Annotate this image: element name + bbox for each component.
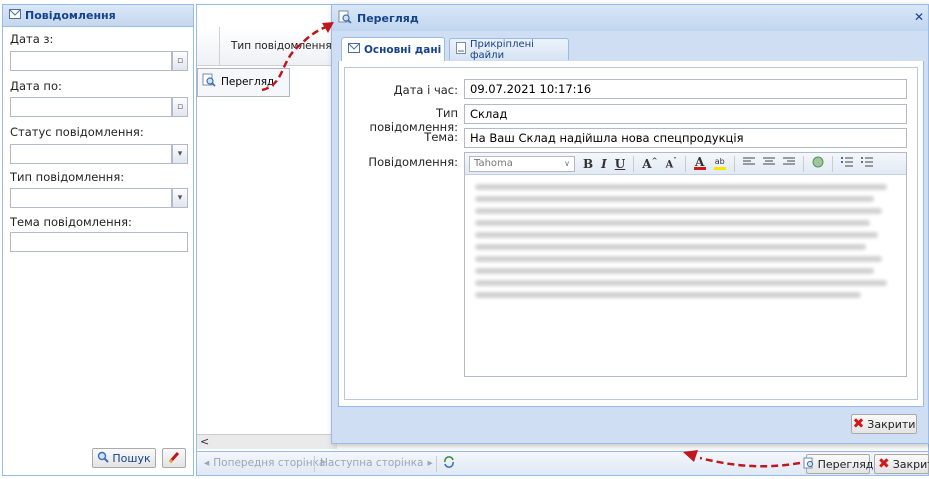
toolbar-separator (633, 155, 635, 172)
dialog-close-button[interactable]: ✖ Закрити (851, 414, 917, 434)
bullet-list-icon[interactable] (860, 157, 873, 170)
magnifier-doc-icon (202, 73, 216, 90)
grid-column-header[interactable]: Тип повідомлення (231, 40, 332, 52)
prev-page-icon: ◂ (204, 457, 210, 469)
dialog-close-label: Закрити (867, 417, 916, 431)
eraser-icon (168, 451, 180, 466)
date-from-input[interactable] (10, 51, 172, 71)
date-to-label: Дата по: (10, 79, 62, 93)
subject-field-label: Тема: (424, 130, 458, 144)
dialog-header[interactable]: Перегляд ✕ (332, 5, 928, 31)
grow-font-icon[interactable]: A^ (642, 156, 657, 171)
toolbar-separator (802, 155, 804, 172)
filter-panel-title: Повідомлення (25, 9, 116, 22)
view-button-label: Перегляд (817, 457, 874, 471)
align-center-icon[interactable] (762, 157, 775, 170)
editor-content-blurred[interactable] (475, 178, 895, 308)
shrink-font-icon[interactable]: Aˇ (665, 156, 676, 170)
pager-separator (436, 456, 437, 472)
subject-value: На Ваш Склад надійшла нова спецпродукція (470, 131, 744, 145)
status-select[interactable] (10, 144, 172, 164)
font-select[interactable]: Tahoma ∨ (469, 155, 575, 172)
filter-panel-header: Повідомлення (3, 5, 193, 27)
pager-separator (314, 456, 315, 472)
tab-main-data-label: Основні дані (364, 43, 442, 56)
type-label: Тип повідомлення: (10, 170, 125, 184)
tab-attached-files-label: Прикріплені файли (470, 38, 534, 61)
refresh-icon[interactable] (442, 455, 456, 472)
toolbar-separator (684, 155, 686, 172)
underline-icon[interactable]: U (615, 157, 625, 171)
scroll-left-icon[interactable]: < (200, 435, 209, 448)
datetime-value: 09.07.2021 10:17:16 (470, 82, 592, 96)
dialog-title: Перегляд (357, 11, 419, 25)
close-x-icon: ✖ (878, 456, 890, 472)
magnifier-doc-icon (338, 10, 352, 27)
calendar-icon[interactable]: ▫ (172, 51, 188, 71)
date-to-input[interactable] (10, 97, 172, 117)
search-button-label: Пошук (112, 451, 151, 465)
envelope-icon (9, 9, 21, 22)
ordered-list-icon[interactable] (840, 157, 853, 170)
link-icon[interactable] (812, 156, 824, 171)
tab-main-data[interactable]: Основні дані (341, 37, 445, 61)
view-button[interactable]: Перегляд (803, 454, 873, 474)
msg-type-field[interactable]: Склад (464, 104, 907, 124)
type-select[interactable] (10, 188, 172, 208)
align-right-icon[interactable] (782, 157, 795, 170)
datetime-label: Дата і час: (393, 83, 458, 97)
font-select-value: Tahoma (474, 158, 513, 169)
context-menu-item-view[interactable]: Перегляд (202, 73, 274, 90)
highlight-icon[interactable]: ab (713, 157, 726, 170)
horizontal-scrollbar[interactable] (197, 434, 337, 449)
bottom-close-label: Закрити (892, 457, 929, 471)
editor-toolbar: Tahoma ∨ B I U A^ Aˇ A ab (465, 153, 906, 175)
status-label: Статус повідомлення: (10, 125, 144, 139)
file-icon (456, 42, 466, 57)
close-icon[interactable]: ✕ (914, 10, 924, 24)
magnifier-doc-icon (803, 457, 815, 472)
context-menu-item-label: Перегляд (221, 75, 275, 88)
search-icon (97, 451, 110, 466)
toolbar-separator (831, 155, 833, 172)
close-x-icon: ✖ (852, 416, 865, 432)
chevron-down-icon: ∨ (564, 159, 570, 168)
next-page-icon: ▸ (427, 457, 433, 469)
date-from-label: Дата з: (10, 32, 54, 46)
italic-icon[interactable]: I (601, 157, 607, 171)
pager-next-label: Наступна сторінка (320, 457, 424, 469)
grid-header-divider (219, 27, 220, 65)
bold-icon[interactable]: B (583, 157, 593, 171)
datetime-field[interactable]: 09.07.2021 10:17:16 (464, 79, 907, 99)
pager-next[interactable]: Наступна сторінка ▸ (320, 457, 433, 469)
tab-attached-files[interactable]: Прикріплені файли (449, 38, 569, 61)
subject-input[interactable] (10, 232, 188, 252)
font-color-icon[interactable]: A (693, 156, 706, 170)
chevron-down-icon[interactable]: ▾ (172, 144, 188, 164)
pager-prev[interactable]: ◂ Попередня сторінка (204, 457, 325, 469)
search-button[interactable]: Пошук (92, 448, 156, 468)
calendar-icon[interactable]: ▫ (172, 97, 188, 117)
clear-filter-button[interactable] (162, 448, 186, 468)
subject-label: Тема повідомлення: (10, 215, 132, 229)
envelope-icon (348, 43, 360, 56)
msg-type-value: Склад (470, 107, 508, 121)
subject-field[interactable]: На Ваш Склад надійшла нова спецпродукція (464, 128, 907, 148)
message-label: Повідомлення: (368, 155, 458, 169)
toolbar-separator (733, 155, 735, 172)
bottom-close-button[interactable]: ✖ Закрити (874, 454, 929, 474)
grid-body (197, 66, 337, 434)
align-left-icon[interactable] (742, 157, 755, 170)
chevron-down-icon[interactable]: ▾ (172, 188, 188, 208)
pager-prev-label: Попередня сторінка (213, 457, 326, 469)
